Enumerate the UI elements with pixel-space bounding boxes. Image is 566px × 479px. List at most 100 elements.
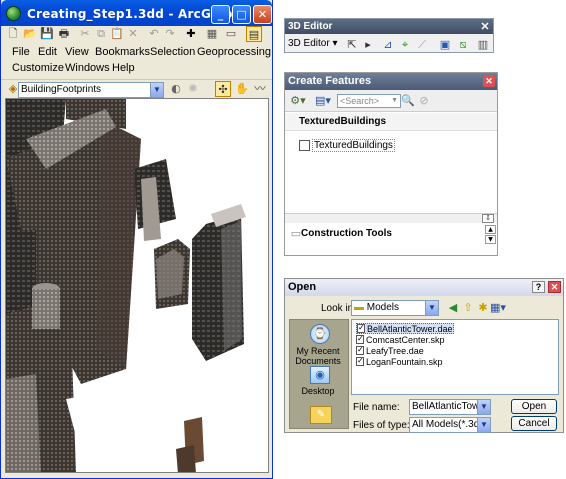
3d-editor-toolbar: 3D Editor ✕ 3D Editor ▾ ⇱ ▸ ⊿ ⌖ ⟋ ▣ ⧅ ▥ — [284, 18, 494, 53]
file-item-label: ComcastCenter.skp — [366, 335, 445, 345]
globe-view-canvas[interactable] — [5, 98, 269, 473]
layer-combo-value: BuildingFootprints — [21, 84, 102, 95]
menu-geoprocessing[interactable]: Geoprocessing — [197, 46, 271, 58]
help-icon[interactable]: ? — [532, 281, 545, 293]
save-icon[interactable]: 💾 — [39, 26, 55, 42]
sketch-tool-icon[interactable]: ⊿ — [380, 37, 396, 53]
menu-bar-row-2: Customize Windows Help — [1, 62, 272, 78]
file-item[interactable]: BellAtlanticTower.dae — [356, 322, 454, 334]
print-icon[interactable]: 🖶 — [56, 26, 72, 42]
menu-bar: File Edit View Bookmarks Selection Geopr… — [1, 46, 272, 62]
3d-editor-menu[interactable]: 3D Editor ▾ — [288, 38, 337, 49]
file-item[interactable]: LoganFountain.skp — [356, 355, 443, 368]
back-icon[interactable]: ◀ — [445, 300, 461, 316]
add-data-icon[interactable]: ✚ — [183, 26, 199, 42]
sketch-properties-icon[interactable]: ⧅ — [455, 37, 471, 53]
template-group-header: TexturedBuildings — [285, 113, 497, 131]
file-type-label: Files of type: — [353, 420, 410, 431]
menu-help[interactable]: Help — [112, 62, 135, 74]
recent-documents-icon[interactable]: ⌚ — [310, 324, 330, 344]
toc-icon[interactable]: ▦ — [204, 26, 220, 42]
create-features-icon[interactable]: ▥ — [475, 37, 491, 53]
cut-icon[interactable]: ✂ — [77, 26, 93, 42]
close-button[interactable]: ✕ — [253, 5, 272, 24]
copy-icon[interactable]: ⧉ — [93, 26, 109, 42]
pan-hand-icon[interactable]: ✋ — [234, 81, 250, 97]
close-icon[interactable]: ✕ — [548, 281, 561, 293]
open-dialog-titlebar[interactable]: Open ? ✕ — [285, 279, 563, 296]
scroll-up-icon[interactable]: ▲ — [485, 225, 496, 234]
create-features-titlebar[interactable]: Create Features ✕ — [285, 73, 497, 90]
play-arrow-icon[interactable]: ▸ — [360, 37, 376, 53]
new-folder-icon[interactable]: ✱ — [475, 300, 491, 316]
file-name-label: File name: — [353, 402, 400, 413]
attributes-icon[interactable]: ▣ — [437, 37, 453, 53]
menu-bookmarks[interactable]: Bookmarks — [95, 46, 150, 58]
organize-templates-icon[interactable]: ⚙▾ — [290, 93, 306, 109]
delete-icon[interactable]: ✕ — [125, 26, 141, 42]
menu-view[interactable]: View — [65, 46, 89, 58]
cancel-button[interactable]: Cancel — [511, 416, 557, 431]
layer-combo[interactable]: BuildingFootprints ▼ — [18, 82, 164, 98]
chevron-down-icon: ▼ — [477, 418, 490, 432]
menu-edit[interactable]: Edit — [38, 46, 57, 58]
fly-icon[interactable]: 〰 — [252, 81, 268, 97]
file-type-select[interactable]: All Models(*.3ds;*.flt; ▼ — [409, 417, 491, 433]
scroll-down-icon[interactable]: ▼ — [485, 235, 496, 244]
look-in-value: Models — [366, 302, 400, 313]
close-icon[interactable]: ✕ — [483, 75, 495, 87]
my-documents-folder-icon[interactable]: ✎ — [310, 406, 332, 424]
menu-file[interactable]: File — [12, 46, 30, 58]
paste-icon[interactable]: 📋 — [109, 26, 125, 42]
navigate-icon[interactable]: ✣ — [215, 81, 231, 97]
3d-editor-titlebar[interactable]: 3D Editor ✕ — [285, 19, 493, 34]
place-desktop[interactable]: Desktop — [290, 386, 346, 396]
file-name-input[interactable]: BellAtlanticTower.da ▼ — [409, 399, 491, 415]
maximize-button[interactable]: □ — [232, 5, 251, 24]
views-menu-icon[interactable]: ▦▾ — [490, 300, 506, 316]
edit-vertices-icon[interactable]: ⇱ — [344, 37, 360, 53]
undo-icon[interactable]: ↶ — [146, 26, 162, 42]
desktop-icon[interactable]: ◉ — [310, 366, 330, 384]
globe-app-icon — [6, 6, 21, 21]
collapse-icon[interactable]: ⇩ — [482, 214, 494, 223]
sun-icon[interactable]: ✺ — [185, 81, 201, 97]
rotate-icon[interactable]: ⟋ — [414, 37, 430, 53]
file-item-label: LoganFountain.skp — [366, 357, 443, 367]
close-icon[interactable]: ✕ — [479, 21, 491, 33]
minimize-button[interactable]: _ — [211, 5, 230, 24]
places-bar: ⌚ My Recent Documents ◉ Desktop ✎ — [289, 319, 349, 429]
template-view-icon[interactable]: ▤▾ — [315, 93, 331, 109]
create-features-panel: Create Features ✕ ⚙▾ ▤▾ <Search> ▼ 🔍 ⊘ T… — [284, 72, 498, 256]
search-icon[interactable]: 🔍 — [400, 93, 416, 109]
file-item-label: LeafyTree.dae — [366, 346, 424, 356]
open-button[interactable]: Open — [511, 399, 557, 414]
redo-icon[interactable]: ↷ — [162, 26, 178, 42]
arcglobe-titlebar[interactable]: Creating_Step1.3dd - ArcGlobe _ □ ✕ — [1, 0, 272, 28]
up-folder-icon[interactable]: ⇧ — [460, 300, 476, 316]
folder-icon: ▬ — [354, 302, 364, 313]
contrast-icon[interactable]: ◐ — [168, 81, 184, 97]
menu-windows[interactable]: Windows — [65, 62, 110, 74]
open-dialog-title: Open — [288, 281, 317, 293]
polygon-symbol-icon — [299, 140, 310, 151]
template-item-label: TexturedBuildings — [312, 139, 395, 152]
splitter[interactable]: ⇩ — [285, 213, 497, 223]
move-icon[interactable]: ⌖ — [397, 37, 413, 53]
menu-selection[interactable]: Selection — [150, 46, 195, 58]
file-item[interactable]: LeafyTree.dae — [356, 344, 424, 357]
catalog-icon[interactable]: ▭ — [223, 26, 239, 42]
file-item-label: BellAtlanticTower.dae — [367, 324, 453, 334]
look-in-combo[interactable]: ▬ Models ▼ — [351, 300, 439, 316]
file-item[interactable]: ComcastCenter.skp — [356, 333, 445, 346]
create-features-toolbar: ⚙▾ ▤▾ <Search> ▼ 🔍 ⊘ — [285, 90, 497, 112]
model-file-icon — [356, 344, 364, 355]
open-folder-icon[interactable]: 📂 — [22, 26, 38, 42]
clear-search-icon[interactable]: ⊘ — [416, 93, 432, 109]
search-input[interactable]: <Search> ▼ — [337, 94, 401, 108]
place-recent-documents[interactable]: My Recent Documents — [290, 346, 346, 366]
new-document-icon[interactable]: 🗋 — [5, 26, 21, 42]
editor-toolbar-icon[interactable]: ▤ — [246, 26, 262, 42]
menu-customize[interactable]: Customize — [12, 62, 64, 74]
file-list: BellAtlanticTower.dae ComcastCenter.skp … — [351, 319, 559, 395]
